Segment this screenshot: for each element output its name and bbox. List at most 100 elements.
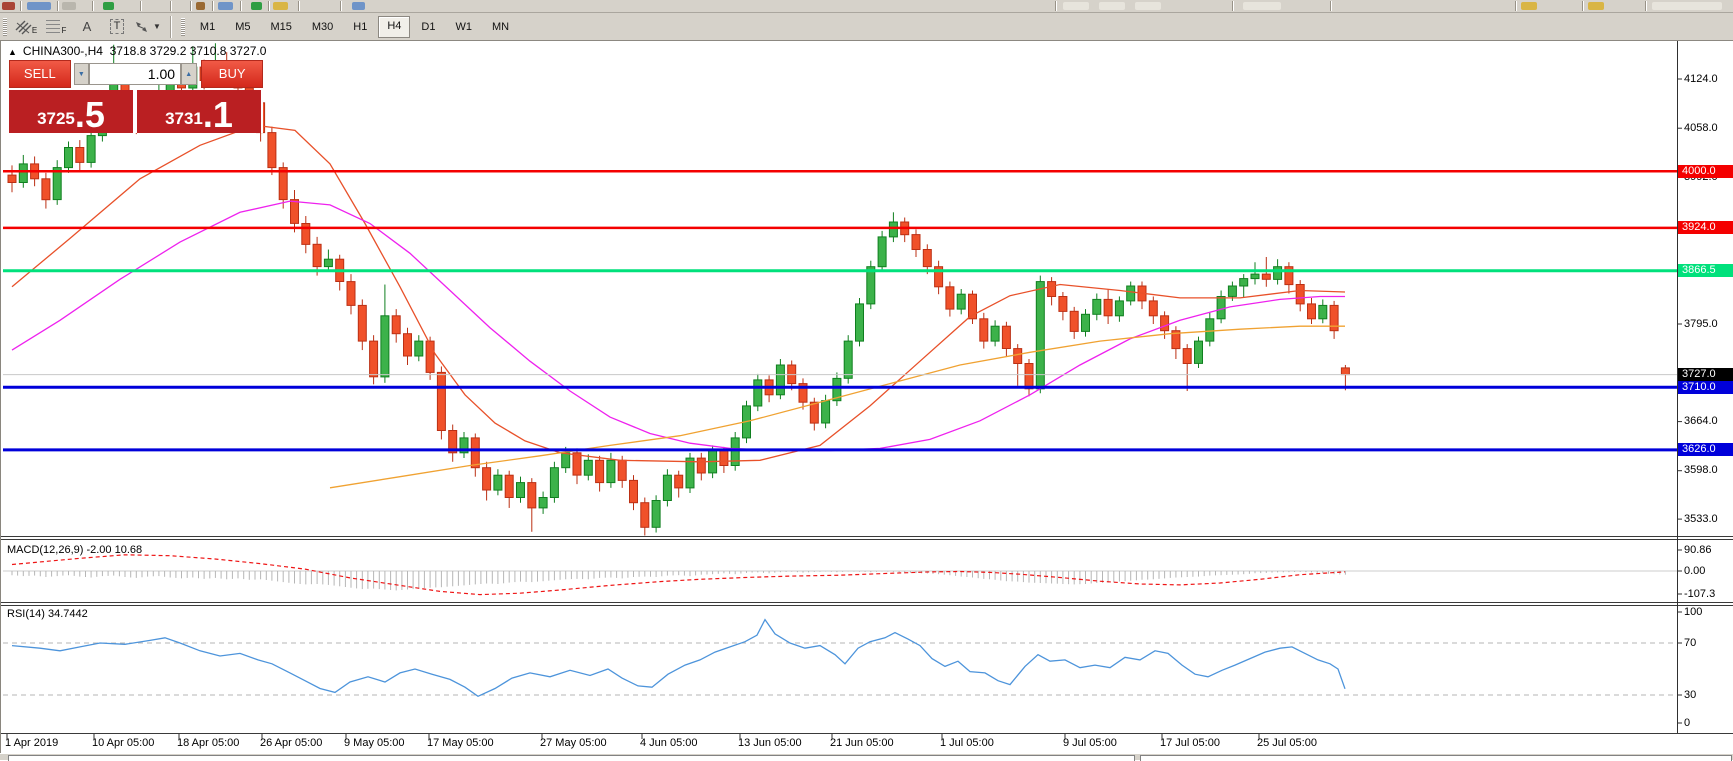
volume-input[interactable] — [89, 63, 181, 85]
toolbar-icon-fragment[interactable] — [103, 2, 114, 10]
toolbar-separator — [1055, 1, 1056, 11]
macd-scale-label: 0.00 — [1684, 565, 1705, 577]
tab-timeframe-m15[interactable]: M15 — [261, 17, 300, 37]
toolbar-separator — [170, 16, 171, 38]
toolbar-separator — [92, 1, 93, 11]
toolbar-icon-fragment[interactable] — [27, 2, 51, 10]
sell-price-main: 3725 — [37, 107, 75, 131]
toolbar-separator — [190, 1, 191, 11]
rsi-scale-label: 0 — [1684, 717, 1690, 729]
tab-timeframe-h1[interactable]: H1 — [344, 17, 376, 37]
timeframe-group: M1M5M15M30H1H4D1W1MN — [190, 16, 519, 38]
volume-decrease-button[interactable]: ▼ — [74, 63, 89, 85]
ohlc-values: 3718.8 3729.2 3710.8 3727.0 — [110, 44, 267, 58]
time-axis-label: 9 Jul 05:00 — [1063, 737, 1117, 749]
toolbar-icon-fragment[interactable] — [251, 2, 262, 10]
toolbar-icon-fragment[interactable] — [352, 2, 365, 10]
toolbar-separator — [1582, 1, 1583, 11]
price-level-badge-3710.0[interactable]: 3710.0 — [1678, 381, 1733, 394]
toolbar-icon-fragment[interactable] — [1135, 2, 1161, 10]
toolbar-icon-fragment[interactable] — [1588, 2, 1604, 10]
toolbar-icon-fragment[interactable] — [1652, 2, 1722, 10]
toolbar-separator — [57, 1, 58, 11]
tab-timeframe-w1[interactable]: W1 — [446, 17, 481, 37]
toolbar-separator — [212, 1, 213, 11]
time-axis-label: 21 Jun 05:00 — [830, 737, 894, 749]
time-axis-label: 1 Jul 05:00 — [940, 737, 994, 749]
toolbar-separator — [298, 1, 299, 11]
price-level-badge-3924.0[interactable]: 3924.0 — [1678, 221, 1733, 234]
toolbar-icon-fragment[interactable] — [62, 2, 76, 10]
tab-timeframe-d1[interactable]: D1 — [412, 17, 444, 37]
toolbar-icon-fragment[interactable] — [196, 2, 205, 10]
volume-increase-button[interactable]: ▲ — [181, 63, 196, 85]
time-axis-label: 1 Apr 2019 — [5, 737, 58, 749]
price-axis-tick: 4124.0 — [1684, 73, 1718, 86]
buy-button[interactable]: BUY — [201, 60, 263, 88]
toolbar-icon-fragment[interactable] — [1521, 2, 1537, 10]
toolbar-separator — [170, 1, 171, 11]
hatch-draw-icon[interactable]: E — [14, 16, 40, 38]
price-axis-tick: 3533.0 — [1684, 513, 1718, 526]
time-axis-label: 13 Jun 05:00 — [738, 737, 802, 749]
text-label-tool-icon[interactable]: T — [104, 16, 130, 38]
toolbar-separator — [1645, 1, 1646, 11]
toolbar-icon-fragment[interactable] — [1099, 2, 1125, 10]
toolbar-separator — [140, 1, 141, 11]
text-tool-icon[interactable]: A — [74, 16, 100, 38]
toolbar-icon-fragment[interactable] — [218, 2, 233, 10]
toolbar-separator — [340, 1, 341, 11]
price-level-badge-3727.0[interactable]: 3727.0 — [1678, 368, 1733, 381]
toolbar-separator — [1330, 1, 1331, 11]
macd-pane[interactable] — [0, 541, 1677, 602]
dropdown-caret-icon[interactable]: ▼ — [153, 22, 161, 31]
arrow-style-tool-icon[interactable]: ▼ — [134, 16, 161, 38]
toolbar-icon-fragment[interactable] — [273, 2, 288, 10]
toolbar-separator — [1515, 1, 1516, 11]
price-axis-tick: 3598.0 — [1684, 464, 1718, 477]
toolbar-icon-fragment[interactable] — [1063, 2, 1089, 10]
chart-toolbar: E F A T ▼ M1M5M15M30H1H4D1W1MN — [0, 13, 1733, 41]
sell-price-fraction: .5 — [75, 98, 105, 131]
bottom-panel-fragment2 — [1140, 755, 1732, 761]
toolbar-icon-fragment[interactable] — [2, 2, 15, 10]
toolbar-separator — [240, 1, 241, 11]
rsi-pane[interactable] — [0, 606, 1677, 733]
grid-f-label: F — [62, 26, 67, 35]
grid-draw-icon[interactable]: F — [44, 16, 70, 38]
macd-indicator-label: MACD(12,26,9) -2.00 10.68 — [7, 544, 142, 556]
buy-price-display[interactable]: 3731.1 — [137, 90, 261, 133]
rsi-scale-label: 70 — [1684, 637, 1696, 649]
time-axis-label: 26 Apr 05:00 — [260, 737, 322, 749]
buy-price-main: 3731 — [165, 107, 203, 131]
price-axis-tick: 3664.0 — [1684, 415, 1718, 428]
bottom-panel-fragment — [8, 755, 1135, 761]
tab-timeframe-h4[interactable]: H4 — [378, 16, 410, 38]
symbol-period-label: CHINA300-,H4 — [23, 44, 103, 58]
sell-button[interactable]: SELL — [9, 60, 71, 88]
toolbar-icon-fragment[interactable] — [1243, 2, 1281, 10]
tab-timeframe-mn[interactable]: MN — [483, 17, 518, 37]
price-level-badge-4000.0[interactable]: 4000.0 — [1678, 165, 1733, 178]
chart-title-bar: ▲ CHINA300-,H4 3718.8 3729.2 3710.8 3727.… — [8, 44, 266, 58]
toolbar-grip2[interactable] — [181, 18, 185, 36]
collapse-panel-icon[interactable]: ▲ — [8, 47, 17, 57]
toolbar-separator — [268, 1, 269, 11]
price-level-badge-3626.0[interactable]: 3626.0 — [1678, 443, 1733, 456]
price-axis-tick: 4058.0 — [1684, 122, 1718, 135]
sell-price-display[interactable]: 3725.5 — [9, 90, 133, 133]
bottom-window-strip — [0, 754, 1733, 760]
tab-timeframe-m5[interactable]: M5 — [226, 17, 259, 37]
buy-price-fraction: .1 — [203, 98, 233, 131]
time-axis-label: 25 Jul 05:00 — [1257, 737, 1317, 749]
rsi-scale-label: 100 — [1684, 606, 1702, 618]
textbox-t-glyph: T — [110, 19, 125, 34]
time-axis-label: 17 May 05:00 — [427, 737, 494, 749]
time-axis-label: 9 May 05:00 — [344, 737, 405, 749]
toolbar-separator — [1232, 1, 1233, 11]
time-axis-label: 17 Jul 05:00 — [1160, 737, 1220, 749]
toolbar-grip[interactable] — [3, 18, 7, 36]
price-level-badge-3866.5[interactable]: 3866.5 — [1678, 264, 1733, 277]
tab-timeframe-m30[interactable]: M30 — [303, 17, 342, 37]
tab-timeframe-m1[interactable]: M1 — [191, 17, 224, 37]
